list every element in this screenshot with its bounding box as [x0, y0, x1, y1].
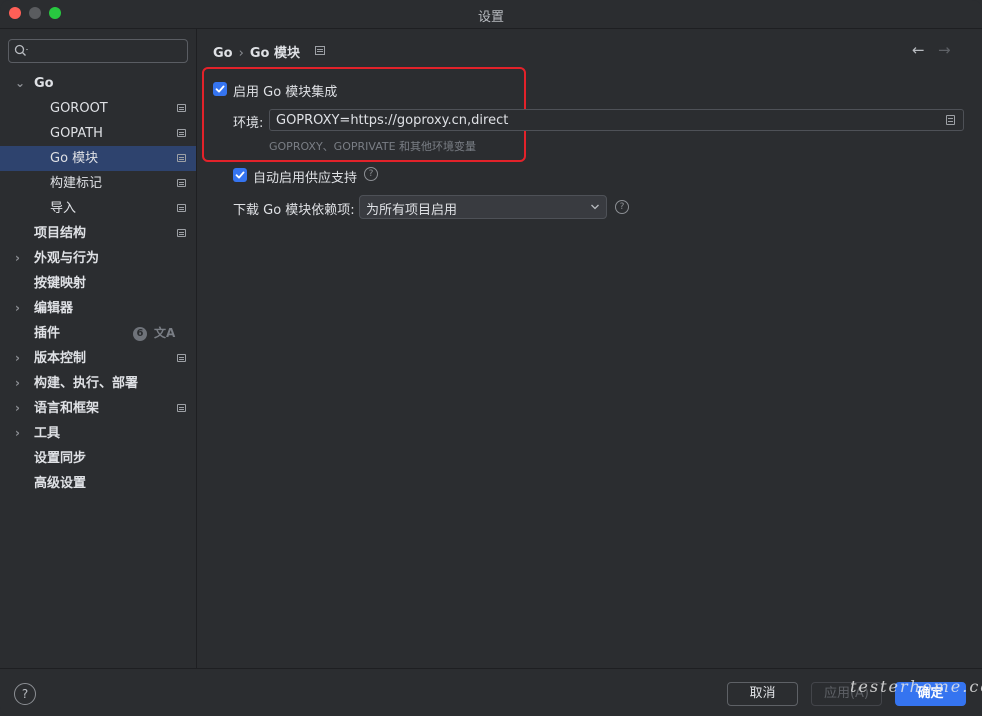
search-icon — [14, 44, 28, 56]
sidebar-item-project-structure[interactable]: 项目结构 — [0, 221, 196, 246]
environment-input[interactable]: GOPROXY=https://goproxy.cn,direct — [269, 109, 964, 131]
sidebar-item-appearance[interactable]: › 外观与行为 — [0, 246, 196, 271]
expand-editor-icon[interactable] — [946, 115, 955, 125]
project-settings-icon — [177, 154, 186, 162]
sidebar-item-editor[interactable]: › 编辑器 — [0, 296, 196, 321]
sidebar-item-build-tags[interactable]: 构建标记 — [0, 171, 196, 196]
project-settings-icon — [177, 104, 186, 112]
breadcrumb-parent[interactable]: Go — [213, 46, 233, 61]
sidebar-item-keymap[interactable]: 按键映射 — [0, 271, 196, 296]
sidebar-item-imports[interactable]: 导入 — [0, 196, 196, 221]
title-bar: 设置 — [0, 0, 982, 29]
sidebar-item-build-execution[interactable]: › 构建、执行、部署 — [0, 371, 196, 396]
checkmark-icon — [235, 171, 245, 179]
project-settings-icon — [315, 46, 325, 55]
breadcrumb-separator: › — [238, 46, 244, 61]
download-dependencies-value: 为所有项目启用 — [366, 203, 458, 218]
sidebar-item-goroot[interactable]: GOROOT — [0, 96, 196, 121]
sidebar-item-settings-sync[interactable]: 设置同步 — [0, 446, 196, 471]
sidebar-item-languages[interactable]: › 语言和框架 — [0, 396, 196, 421]
breadcrumb: Go › Go 模块 — [213, 42, 300, 61]
dialog-footer: ? 取消 应用(A) 确定 — [0, 668, 982, 716]
environment-value: GOPROXY=https://goproxy.cn,direct — [276, 113, 509, 128]
project-settings-icon — [177, 179, 186, 187]
sidebar-item-vcs[interactable]: › 版本控制 — [0, 346, 196, 371]
environment-label: 环境: — [233, 116, 264, 131]
enable-go-modules-label[interactable]: 启用 Go 模块集成 — [233, 81, 337, 100]
chevron-right-icon: › — [15, 251, 20, 265]
project-settings-icon — [177, 354, 186, 362]
breadcrumb-current: Go 模块 — [249, 46, 300, 61]
chevron-right-icon: › — [15, 401, 20, 415]
translate-icon: 文A — [154, 326, 176, 340]
back-arrow-icon[interactable]: ← — [912, 41, 925, 59]
sidebar-item-go-modules[interactable]: Go 模块 — [0, 146, 196, 171]
chevron-right-icon: › — [15, 301, 20, 315]
project-settings-icon — [177, 229, 186, 237]
help-icon[interactable]: ? — [364, 167, 378, 181]
download-dependencies-select[interactable]: 为所有项目启用 — [359, 195, 607, 219]
project-settings-icon — [177, 129, 186, 137]
sidebar-item-go[interactable]: ⌄ Go — [0, 71, 196, 96]
window-title: 设置 — [477, 10, 504, 25]
plugin-update-badge: 6 — [133, 327, 147, 341]
watermark: testerhome.com — [850, 677, 982, 696]
chevron-right-icon: › — [15, 426, 20, 440]
checkmark-icon — [215, 85, 225, 93]
chevron-right-icon: › — [15, 376, 20, 390]
forward-arrow-icon[interactable]: → — [938, 41, 951, 59]
settings-search-input[interactable] — [8, 39, 188, 63]
chevron-right-icon: › — [15, 351, 20, 365]
settings-window: 设置 ⌄ Go GOROOT GOPATH Go 模块 构建标记 导入 项目结构… — [0, 0, 982, 716]
vendoring-support-checkbox[interactable] — [233, 168, 247, 182]
environment-hint: GOPROXY、GOPRIVATE 和其他环境变量 — [269, 140, 477, 153]
sidebar-item-tools[interactable]: › 工具 — [0, 421, 196, 446]
sidebar-item-gopath[interactable]: GOPATH — [0, 121, 196, 146]
project-settings-icon — [177, 204, 186, 212]
project-settings-icon — [177, 404, 186, 412]
settings-content: Go › Go 模块 ← → 启用 Go 模块集成 环境: GOPROXY=http… — [197, 29, 982, 668]
chevron-down-icon — [591, 204, 599, 210]
download-dependencies-label: 下载 Go 模块依赖项: — [233, 203, 355, 218]
help-icon[interactable]: ? — [14, 683, 36, 705]
settings-sidebar: ⌄ Go GOROOT GOPATH Go 模块 构建标记 导入 项目结构 › — [0, 29, 197, 668]
enable-go-modules-checkbox[interactable] — [213, 82, 227, 96]
sidebar-item-advanced[interactable]: 高级设置 — [0, 471, 196, 496]
help-icon[interactable]: ? — [615, 200, 629, 214]
sidebar-item-plugins[interactable]: 插件 6 文A — [0, 321, 196, 346]
cancel-button[interactable]: 取消 — [727, 682, 798, 706]
vendoring-support-label[interactable]: 自动启用供应支持 — [253, 167, 357, 186]
chevron-down-icon: ⌄ — [15, 76, 26, 90]
